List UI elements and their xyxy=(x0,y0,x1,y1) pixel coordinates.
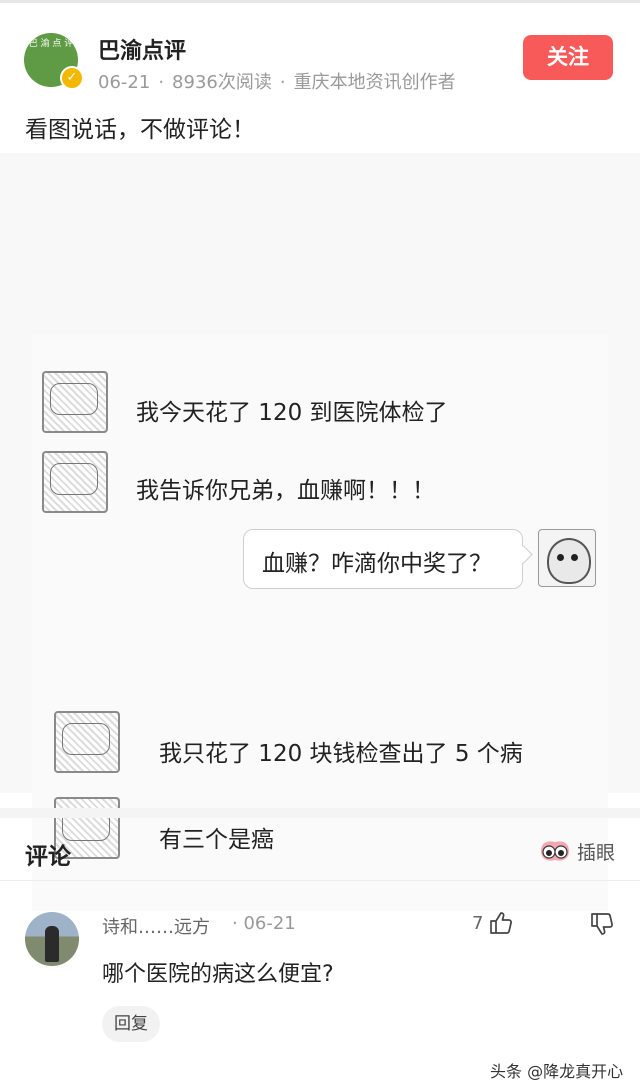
dog-sticker-avatar xyxy=(538,529,596,587)
eyes-icon[interactable] xyxy=(539,838,571,864)
sticker-avatar xyxy=(54,711,120,773)
post-image[interactable]: 我今天花了 120 到医院体检了 我告诉你兄弟，血赚啊！！！ 血赚？咋滴你中奖了… xyxy=(0,153,640,911)
avatar-logo-text: 巴 渝 点 评 xyxy=(28,39,74,49)
commenter-avatar[interactable] xyxy=(25,912,79,966)
top-divider xyxy=(0,0,640,3)
section-divider xyxy=(0,808,640,818)
thumbs-up-icon[interactable] xyxy=(488,910,514,936)
commenter-name[interactable]: 诗和……远方 xyxy=(102,913,210,939)
chat-message: 我告诉你兄弟，血赚啊！！！ xyxy=(136,478,435,504)
post-caption: 看图说话，不做评论！ xyxy=(25,117,255,143)
like-count: 7 xyxy=(472,913,484,934)
follow-button[interactable]: 关注 xyxy=(523,35,613,80)
reply-button[interactable]: 回复 xyxy=(102,1006,160,1042)
chat-bubble: 血赚？咋滴你中奖了？ xyxy=(243,529,523,589)
chat-meme: 我今天花了 120 到医院体检了 我告诉你兄弟，血赚啊！！！ 血赚？咋滴你中奖了… xyxy=(32,335,608,911)
chat-message: 我只花了 120 块钱检查出了 5 个病 xyxy=(159,741,523,767)
thumbs-down-icon[interactable] xyxy=(589,911,615,937)
verified-badge-icon: ✓ xyxy=(60,66,84,90)
eyes-label[interactable]: 插眼 xyxy=(577,838,615,865)
author-role: 重庆本地资讯创作者 xyxy=(293,72,456,93)
post-date: 06-21 xyxy=(98,72,151,93)
read-count: 8936次阅读 xyxy=(172,72,272,93)
chat-message: 血赚？咋滴你中奖了？ xyxy=(262,551,492,577)
chat-message: 我今天花了 120 到医院体检了 xyxy=(136,400,448,426)
watermark: 头条 @降龙真开心 xyxy=(490,1062,624,1081)
author-name[interactable]: 巴渝点评 xyxy=(98,33,186,65)
comments-title: 评论 xyxy=(25,844,71,870)
comments-separator xyxy=(0,880,640,881)
comment-date: · 06-21 xyxy=(232,913,296,934)
chat-message: 有三个是癌 xyxy=(159,827,274,853)
sticker-avatar xyxy=(42,371,108,433)
comment-text: 哪个医院的病这么便宜? xyxy=(102,962,334,987)
post-meta: 06-21 · 8936次阅读 · 重庆本地资讯创作者 xyxy=(98,72,456,93)
sticker-avatar xyxy=(42,451,108,513)
